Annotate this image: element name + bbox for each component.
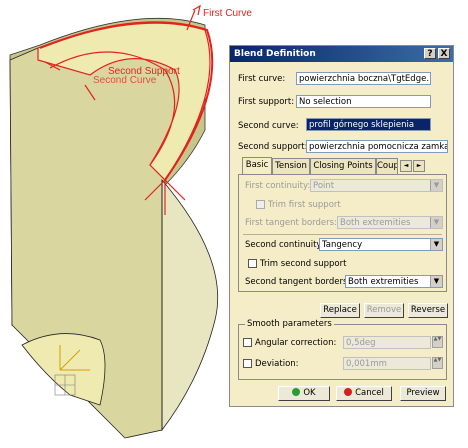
first-curve-field-label: First curve: — [238, 74, 286, 84]
cancel-label: Cancel — [355, 388, 384, 398]
first-support-field[interactable]: No selection — [296, 95, 431, 108]
dialog-title: Blend Definition — [234, 49, 316, 59]
divider — [243, 234, 442, 235]
ok-button[interactable]: OK — [278, 386, 330, 401]
trim-first-support-checkbox[interactable] — [256, 200, 265, 209]
tab-basic[interactable]: Basic — [242, 157, 272, 174]
second-continuity-value: Tangency — [322, 240, 363, 250]
second-curve-field-label: Second curve: — [238, 121, 299, 131]
second-curve-label: Second Curve — [93, 75, 157, 86]
reverse-button[interactable]: Reverse — [408, 303, 448, 318]
spinner-icon[interactable]: ▲▼ — [432, 336, 443, 348]
second-continuity-label: Second continuity: — [245, 240, 324, 250]
ok-icon — [292, 388, 301, 396]
remove-button[interactable]: Remove — [364, 303, 404, 318]
first-continuity-label: First continuity: — [245, 181, 311, 191]
close-button[interactable]: X — [438, 48, 450, 59]
preview-button[interactable]: Preview — [400, 386, 446, 401]
blend-definition-dialog: Blend Definition ? X First curve: powier… — [229, 45, 454, 407]
smooth-parameters-title: Smooth parameters — [245, 319, 334, 329]
chevron-down-icon: ▼ — [430, 180, 442, 191]
second-curve-field[interactable]: profil górnego sklepienia — [306, 118, 431, 131]
tab-closing-points[interactable]: Closing Points — [310, 158, 376, 174]
spinner-icon[interactable]: ▲▼ — [432, 357, 443, 369]
first-tangent-borders-select[interactable]: Both extremities ▼ — [337, 216, 443, 229]
second-tangent-borders-label: Second tangent borders: — [245, 277, 351, 287]
help-button[interactable]: ? — [424, 48, 436, 59]
basic-tab-panel: First continuity: Point ▼ Trim first sup… — [238, 174, 447, 292]
first-tangent-borders-label: First tangent borders: — [245, 218, 337, 228]
second-tangent-borders-select[interactable]: Both extremities ▼ — [345, 275, 443, 288]
chevron-down-icon: ▼ — [430, 217, 442, 228]
replace-button[interactable]: Replace — [320, 303, 360, 318]
first-curve-label: First Curve — [203, 8, 252, 19]
trim-first-support-label: Trim first support — [268, 200, 341, 210]
second-continuity-select[interactable]: Tangency ▼ — [319, 238, 443, 251]
tab-scroll-left-icon[interactable]: ◄ — [400, 160, 412, 172]
trim-second-support-checkbox[interactable] — [248, 259, 257, 268]
chevron-down-icon: ▼ — [430, 276, 442, 287]
deviation-input[interactable]: 0,001mm — [343, 357, 431, 370]
first-continuity-select[interactable]: Point ▼ — [310, 179, 443, 192]
second-tangent-borders-value: Both extremities — [348, 277, 419, 287]
first-support-field-label: First support: — [238, 97, 295, 107]
chevron-down-icon: ▼ — [430, 239, 442, 250]
dialog-titlebar[interactable]: Blend Definition ? X — [230, 46, 453, 62]
tab-tension[interactable]: Tension — [272, 158, 310, 174]
cancel-icon — [344, 388, 353, 396]
second-support-field-label: Second support: — [238, 142, 308, 152]
first-continuity-value: Point — [313, 181, 335, 191]
trim-second-support-label: Trim second support — [260, 259, 347, 269]
second-support-field[interactable]: powierzchnia pomocnicza zamka — [306, 140, 448, 153]
angular-correction-input[interactable]: 0,5deg — [343, 336, 431, 349]
smooth-parameters-group: Smooth parameters Angular correction: 0,… — [238, 319, 447, 380]
deviation-label: Deviation: — [255, 359, 299, 369]
tab-coupling[interactable]: Coup — [376, 158, 398, 174]
deviation-checkbox[interactable] — [243, 359, 252, 368]
first-curve-field[interactable]: powierzchnia boczna\TgtEdge.1 — [296, 72, 431, 85]
first-tangent-borders-value: Both extremities — [340, 218, 411, 228]
ok-label: OK — [303, 388, 316, 398]
angular-correction-label: Angular correction: — [255, 338, 337, 348]
tab-scroll-right-icon[interactable]: ► — [413, 160, 425, 172]
angular-correction-checkbox[interactable] — [243, 338, 252, 347]
cancel-button[interactable]: Cancel — [336, 386, 392, 401]
